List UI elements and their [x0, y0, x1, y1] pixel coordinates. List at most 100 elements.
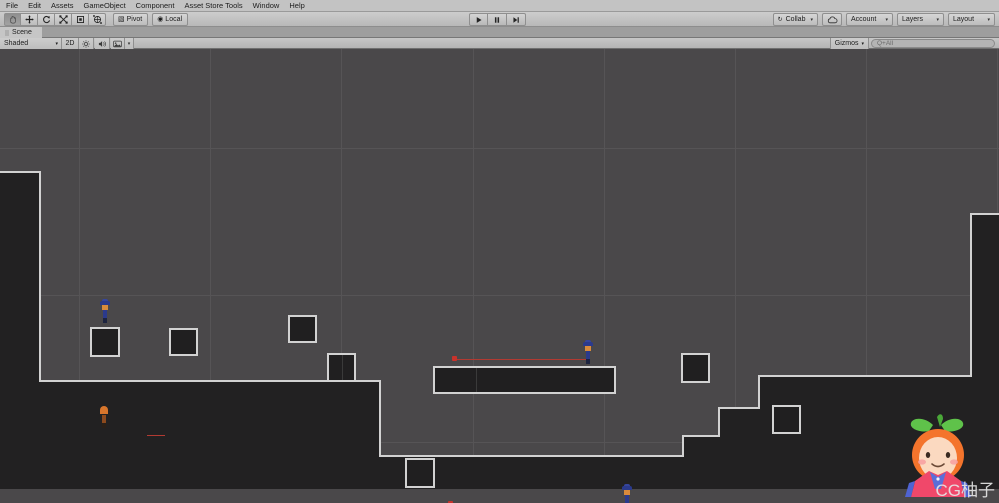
- tab-scene[interactable]: Scene: [0, 27, 42, 38]
- gizmos-label: Gizmos: [834, 40, 859, 47]
- character-legs: [102, 423, 106, 428]
- platform-cube-2[interactable]: [169, 328, 198, 356]
- chevron-down-icon: ▾: [987, 16, 990, 23]
- grid-line-horizontal: [0, 442, 999, 443]
- tab-scene-label: Scene: [12, 29, 32, 36]
- cloud-icon: [827, 15, 837, 23]
- pause-button[interactable]: [488, 13, 507, 26]
- play-controls-group: [469, 13, 526, 26]
- platform-cube-4[interactable]: [327, 353, 356, 382]
- pivot-icon: ▧: [118, 16, 125, 23]
- watermark-text: CG柚子: [935, 481, 996, 500]
- cube-divider: [341, 355, 343, 380]
- rotate-tool-button[interactable]: [38, 13, 55, 26]
- unity-editor-window: File Edit Assets GameObject Component As…: [0, 0, 999, 503]
- raycast-gizmo-short: [147, 435, 165, 436]
- cloud-button[interactable]: [822, 13, 842, 26]
- chevron-down-icon: ▾: [861, 40, 864, 47]
- sun-icon: [82, 39, 90, 48]
- character-body: [102, 415, 106, 423]
- menu-item-help[interactable]: Help: [284, 0, 309, 11]
- menu-bar: File Edit Assets GameObject Component As…: [0, 0, 999, 12]
- grid-line-vertical: [79, 49, 80, 503]
- play-button[interactable]: [469, 13, 488, 26]
- pivot-toggle-button[interactable]: ▧ Pivot: [113, 13, 149, 26]
- character-body: [586, 351, 590, 359]
- pivot-label: Pivot: [126, 16, 143, 23]
- toggle-2d-label: 2D: [65, 40, 75, 47]
- character-legs: [103, 318, 107, 323]
- platform-cube-6[interactable]: [772, 405, 801, 434]
- image-icon: [113, 40, 122, 47]
- chevron-down-icon: ▾: [810, 16, 813, 23]
- grid-line-vertical: [866, 49, 867, 503]
- scene-search-input[interactable]: Q+All: [871, 39, 995, 48]
- raycast-origin-dot: [452, 356, 457, 361]
- toggle-2d-button[interactable]: 2D: [62, 38, 79, 49]
- character-legs: [586, 359, 590, 364]
- draw-mode-dropdown[interactable]: Shaded ▾: [0, 38, 62, 49]
- layers-label: Layers: [902, 16, 924, 23]
- character-blue-1[interactable]: [100, 299, 110, 323]
- chevron-down-icon: ▾: [936, 16, 939, 23]
- chevron-down-icon: ▾: [127, 40, 131, 47]
- scene-view-canvas[interactable]: CG柚子: [0, 49, 999, 503]
- gizmos-dropdown[interactable]: Gizmos ▾: [829, 38, 869, 49]
- fx-toggle-button[interactable]: [111, 38, 125, 49]
- raycast-gizmo-upper: [455, 359, 587, 360]
- layout-button[interactable]: Layout ▾: [948, 13, 995, 26]
- tab-grip-icon: [5, 29, 9, 36]
- fx-dropdown-button[interactable]: ▾: [125, 38, 134, 49]
- layers-button[interactable]: Layers ▾: [897, 13, 944, 26]
- character-flame-1[interactable]: [99, 406, 109, 428]
- rect-tool-button[interactable]: [72, 13, 89, 26]
- space-toggle-button[interactable]: ◉ Local: [152, 13, 189, 26]
- space-label: Local: [165, 16, 183, 23]
- menu-item-asset-store-tools[interactable]: Asset Store Tools: [179, 0, 247, 11]
- menu-item-gameobject[interactable]: GameObject: [79, 0, 131, 11]
- grid-line-horizontal: [0, 295, 999, 296]
- platform-cube-1[interactable]: [90, 327, 120, 357]
- step-button[interactable]: [507, 13, 526, 26]
- collab-label: Collab: [785, 16, 806, 23]
- wide-platform[interactable]: [433, 366, 616, 394]
- menu-item-assets[interactable]: Assets: [46, 0, 79, 11]
- layout-label: Layout: [953, 16, 975, 23]
- grid-line-horizontal: [0, 148, 999, 149]
- scene-search-placeholder: Q+All: [877, 40, 894, 47]
- platform-cube-5[interactable]: [681, 353, 710, 383]
- account-label: Account: [851, 16, 877, 23]
- grid-line-vertical: [997, 49, 998, 503]
- menu-item-file[interactable]: File: [0, 0, 23, 11]
- character-body: [625, 495, 629, 503]
- grid-line-vertical: [210, 49, 211, 503]
- account-button[interactable]: Account ▾: [846, 13, 893, 26]
- platform-cube-3[interactable]: [288, 315, 317, 343]
- transform-tool-button[interactable]: [89, 13, 106, 26]
- speaker-icon: [98, 40, 106, 47]
- cube-divider: [476, 368, 477, 392]
- chevron-down-icon: ▾: [885, 16, 888, 23]
- move-tool-button[interactable]: [21, 13, 38, 26]
- lighting-toggle-button[interactable]: [79, 38, 94, 49]
- collab-button[interactable]: ↻ Collab ▾: [772, 13, 818, 26]
- grid-line-vertical: [341, 49, 342, 503]
- menu-item-edit[interactable]: Edit: [23, 0, 46, 11]
- toolbar-right-group: ↻ Collab ▾ Account ▾ Layers ▾ Layout ▾: [772, 13, 995, 26]
- character-blue-2[interactable]: [583, 340, 593, 364]
- globe-icon: ◉: [157, 16, 164, 23]
- scale-tool-button[interactable]: [55, 13, 72, 26]
- grid-line-vertical: [473, 49, 474, 503]
- audio-toggle-button[interactable]: [95, 38, 110, 49]
- collab-icon: ↻: [777, 17, 783, 23]
- hand-tool-button[interactable]: [4, 13, 21, 26]
- menu-item-component[interactable]: Component: [131, 0, 180, 11]
- menu-item-window[interactable]: Window: [248, 0, 285, 11]
- character-head: [100, 406, 108, 414]
- pivot-space-group: ▧ Pivot ◉ Local: [113, 13, 189, 26]
- character-blue-3[interactable]: [622, 484, 632, 503]
- draw-mode-label: Shaded: [4, 40, 29, 47]
- character-body: [103, 310, 107, 318]
- platform-cube-7[interactable]: [405, 458, 435, 488]
- grid-line-vertical: [604, 49, 605, 503]
